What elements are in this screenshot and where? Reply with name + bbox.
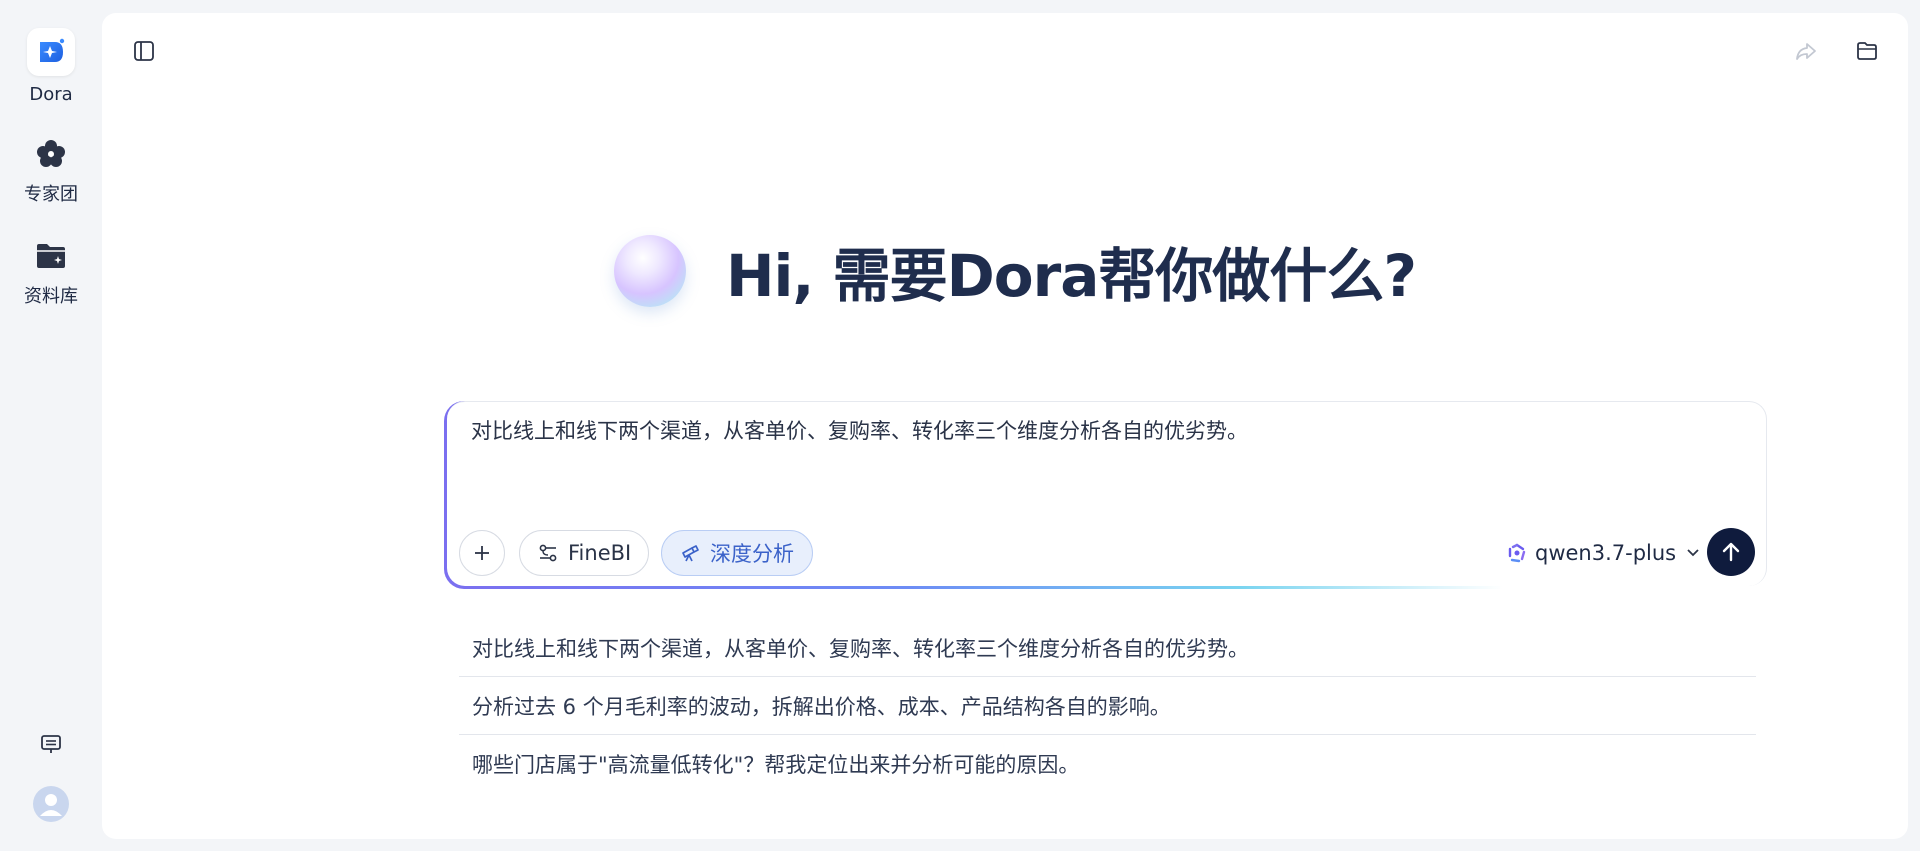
composer: 对比线上和线下两个渠道，从客单价、复购率、转化率三个维度分析各自的优劣势。 Fi… (444, 401, 1767, 589)
sidebar-item-dora[interactable]: Dora (0, 28, 102, 105)
sidebar-item-label: 专家团 (24, 184, 78, 205)
dora-orb-icon (614, 235, 686, 307)
suggestion-list: 对比线上和线下两个渠道，从客单价、复购率、转化率三个维度分析各自的优劣势。 分析… (459, 619, 1756, 793)
add-attachment-button[interactable] (459, 530, 505, 576)
dora-logo-icon (27, 28, 75, 76)
deep-analysis-label: 深度分析 (710, 542, 794, 566)
sidebar-toggle-icon[interactable] (128, 35, 160, 67)
page-title: Hi, 需要Dora帮你做什么? (726, 242, 1417, 310)
suggestion-item[interactable]: 哪些门店属于"高流量低转化"？帮我定位出来并分析可能的原因。 (459, 735, 1756, 793)
data-source-icon (538, 543, 558, 563)
user-avatar-icon[interactable] (33, 786, 69, 822)
main-panel: Hi, 需要Dora帮你做什么? 对比线上和线下两个渠道，从客单价、复购率、转化… (102, 13, 1908, 839)
send-button[interactable] (1707, 528, 1755, 576)
folder-icon[interactable] (1851, 35, 1883, 67)
suggestion-item[interactable]: 对比线上和线下两个渠道，从客单价、复购率、转化率三个维度分析各自的优劣势。 (459, 619, 1756, 677)
model-name: qwen3.7-plus (1535, 541, 1677, 565)
share-icon[interactable] (1790, 35, 1822, 67)
chevron-down-icon (1686, 548, 1700, 558)
composer-box: 对比线上和线下两个渠道，从客单价、复购率、转化率三个维度分析各自的优劣势。 Fi… (447, 401, 1767, 586)
suggestion-item[interactable]: 分析过去 6 个月毛利率的波动，拆解出价格、成本、产品结构各自的影响。 (459, 677, 1756, 735)
sidebar-item-label: 资料库 (24, 286, 78, 307)
deep-analysis-button[interactable]: 深度分析 (661, 530, 813, 576)
plus-icon (475, 546, 489, 560)
finebi-label: FineBI (568, 541, 632, 565)
flower-icon (33, 136, 69, 172)
hero: Hi, 需要Dora帮你做什么? (614, 221, 1417, 321)
sidebar-item-label: Dora (29, 84, 73, 105)
finebi-tool-button[interactable]: FineBI (519, 530, 649, 576)
sidebar-item-experts[interactable]: 专家团 (0, 136, 102, 206)
arrow-up-icon (1722, 542, 1740, 562)
sidebar: Dora 专家团 资料库 (0, 0, 102, 851)
qwen-logo-icon (1507, 543, 1527, 563)
sidebar-item-library[interactable]: 资料库 (0, 238, 102, 308)
telescope-icon (680, 543, 700, 563)
model-selector[interactable]: qwen3.7-plus (1507, 534, 1700, 572)
feedback-icon[interactable] (37, 730, 65, 758)
prompt-input[interactable]: 对比线上和线下两个渠道，从客单价、复购率、转化率三个维度分析各自的优劣势。 (471, 416, 1742, 446)
folder-star-icon (33, 238, 69, 274)
